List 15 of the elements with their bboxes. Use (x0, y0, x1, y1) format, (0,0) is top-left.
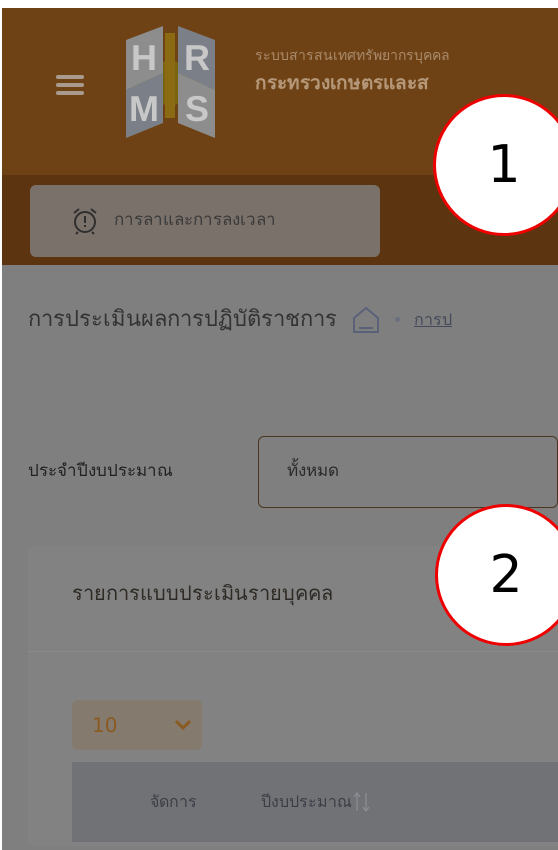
page-title: การประเมินผลการปฏิบัติราชการ (28, 306, 337, 334)
sort-icon[interactable] (352, 791, 372, 813)
year-select[interactable]: ทั้งหมด (258, 436, 558, 508)
leave-button[interactable]: การลาและการลงเวลา (30, 185, 380, 257)
logo-drawing: H R M S (118, 18, 223, 138)
card-title: รายการแบบประเมินรายบุคคล (72, 581, 333, 605)
ministry-name: กระทรวงเกษตรและส (255, 71, 430, 96)
home-icon[interactable] (351, 306, 381, 334)
chevron-down-icon (174, 719, 192, 731)
page-size-select[interactable]: 10 (72, 700, 202, 750)
filter-label: ประจำปีงบประมาณ (28, 460, 174, 484)
menu-icon[interactable] (54, 74, 86, 96)
callout-marker: 2 (435, 504, 558, 646)
breadcrumb-link[interactable]: การป (414, 308, 452, 332)
system-name: ระบบสารสนเทศทรัพยากรบุคคล (255, 47, 450, 66)
